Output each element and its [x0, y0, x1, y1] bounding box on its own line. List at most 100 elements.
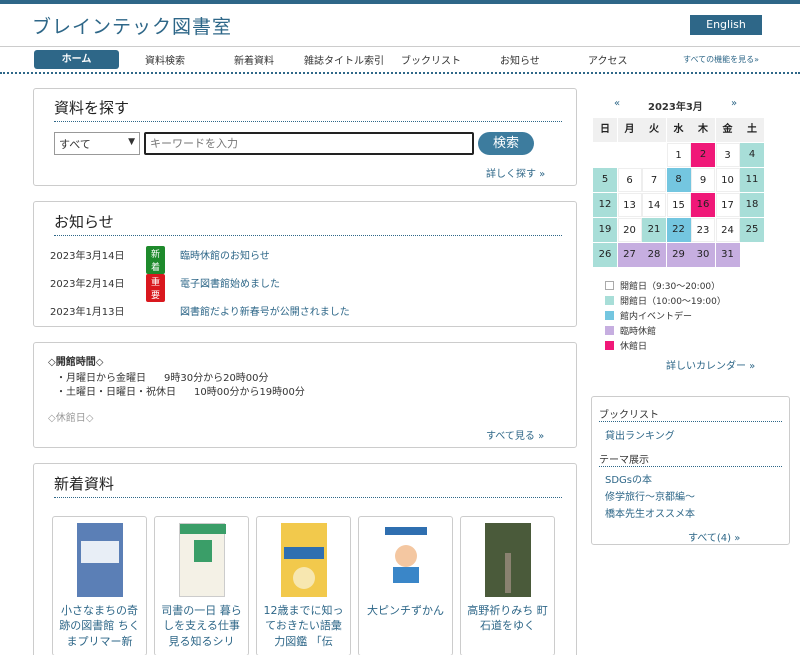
calendar-day[interactable]: 30	[691, 243, 715, 267]
nav-item-news[interactable]: お知らせ	[500, 52, 540, 67]
calendar-day[interactable]: 6	[617, 168, 642, 192]
new-items-title: 新着資料	[54, 475, 115, 493]
legend-swatch	[605, 326, 614, 335]
booklist-item[interactable]: 貸出ランキング	[605, 427, 675, 442]
advanced-search-link[interactable]: 詳しく探す »	[486, 165, 545, 180]
calendar-day[interactable]: 16	[691, 193, 715, 217]
calendar-weekday: 水	[666, 118, 691, 142]
calendar-day[interactable]: 13	[617, 193, 642, 217]
top-accent-bar	[0, 0, 800, 4]
book-title-link[interactable]: 小さなまちの奇跡の図書館 ちくまプリマー新	[57, 603, 142, 649]
theme-item[interactable]: 橋本先生オススメ本	[605, 505, 695, 520]
news-panel-title: お知らせ	[54, 213, 114, 231]
search-panel: 資料を探す すべて ▼ 検索 詳しく探す »	[33, 88, 577, 186]
site-title[interactable]: ブレインテック図書室	[32, 12, 232, 39]
book-card[interactable]: 司書の一日 暮らしを支える仕事見る知るシリ	[154, 516, 249, 655]
nav-item-access[interactable]: アクセス	[588, 52, 628, 67]
calendar-day[interactable]: 29	[666, 243, 691, 267]
calendar-day[interactable]: 22	[666, 218, 691, 242]
calendar-next-button[interactable]: »	[731, 98, 737, 109]
hours-time: 9時30分から20時00分	[164, 373, 269, 384]
calendar-day[interactable]: 11	[740, 168, 764, 192]
calendar-month-label: 2023年3月	[648, 102, 703, 113]
calendar-day[interactable]: 2	[691, 143, 715, 167]
news-link[interactable]: 電子図書館始めました	[180, 275, 280, 290]
search-category-select[interactable]: すべて ▼	[54, 132, 140, 155]
book-cover-image[interactable]	[179, 523, 226, 597]
new-items-panel: 新着資料 小さなまちの奇跡の図書館 ちくまプリマー新 司書の一日 暮らしを支える…	[33, 463, 577, 655]
nav-item-search[interactable]: 資料検索	[145, 52, 185, 67]
search-category-value: すべて	[59, 138, 91, 151]
search-panel-title: 資料を探す	[54, 99, 130, 117]
calendar-weekday: 金	[715, 118, 740, 142]
calendar-day[interactable]: 25	[740, 218, 764, 242]
calendar-day[interactable]: 24	[715, 218, 740, 242]
nav-item-new-items[interactable]: 新着資料	[234, 52, 274, 67]
hours-line: ・土曜日・日曜日・祝休日 10時00分から19時00分	[56, 383, 305, 398]
calendar-day[interactable]: 23	[691, 218, 715, 242]
panel-divider	[54, 121, 562, 122]
booklist-heading: ブックリスト	[599, 410, 659, 421]
calendar-day[interactable]: 27	[617, 243, 642, 267]
book-card[interactable]: 小さなまちの奇跡の図書館 ちくまプリマー新	[52, 516, 147, 655]
sidebar-divider	[599, 421, 782, 422]
hours-see-all-link[interactable]: すべて見る »	[486, 427, 544, 442]
calendar-day[interactable]: 31	[715, 243, 740, 267]
search-input[interactable]	[144, 132, 474, 155]
book-title-link[interactable]: 司書の一日 暮らしを支える仕事見る知るシリ	[159, 603, 244, 649]
calendar-day[interactable]: 3	[715, 143, 740, 167]
book-title-link[interactable]: 12歳までに知っておきたい語彙力図鑑 「伝	[261, 603, 346, 649]
nav-item-booklist[interactable]: ブックリスト	[401, 52, 461, 67]
calendar-day[interactable]: 9	[691, 168, 715, 192]
calendar-day[interactable]: 8	[666, 168, 691, 192]
book-card[interactable]: 12歳までに知っておきたい語彙力図鑑 「伝	[256, 516, 351, 655]
calendar-day[interactable]: 4	[740, 143, 764, 167]
book-cover-image[interactable]	[77, 523, 123, 597]
legend-label: 開館日（10:00～19:00）	[620, 297, 726, 307]
calendar-day[interactable]: 5	[593, 168, 617, 192]
news-link[interactable]: 図書館だより新春号が公開されました	[180, 303, 350, 318]
hours-panel: ◇開館時間◇ ・月曜日から金曜日 9時30分から20時00分 ・土曜日・日曜日・祝…	[33, 342, 577, 448]
calendar-day[interactable]: 12	[593, 193, 617, 217]
book-card[interactable]: 大ピンチずかん	[358, 516, 453, 655]
panel-divider	[54, 235, 562, 236]
calendar-detail-link[interactable]: 詳しいカレンダー »	[666, 357, 755, 372]
theme-item[interactable]: 修学旅行～京都編～	[605, 488, 695, 503]
search-button[interactable]: 検索	[478, 132, 534, 155]
calendar-day[interactable]: 1	[666, 143, 691, 167]
hours-days: ・土曜日・日曜日・祝休日	[56, 387, 176, 398]
legend-label: 休館日	[620, 342, 648, 352]
calendar-day[interactable]: 15	[666, 193, 691, 217]
calendar-day[interactable]: 19	[593, 218, 617, 242]
calendar-day[interactable]: 20	[617, 218, 642, 242]
calendar-day[interactable]: 7	[642, 168, 666, 192]
main-nav: ホーム 資料検索 新着資料 雑誌タイトル索引 ブックリスト お知らせ アクセス …	[0, 46, 800, 74]
calendar-weekday: 木	[691, 118, 715, 142]
calendar-day[interactable]: 26	[593, 243, 617, 267]
book-cover-image[interactable]	[485, 523, 531, 597]
legend-item: 開館日（9:30～20:00）	[605, 279, 720, 292]
book-title-link[interactable]: 高野祈りみち 町石道をゆく	[465, 603, 550, 634]
nav-item-home[interactable]: ホーム	[34, 50, 119, 69]
book-cover-image[interactable]	[281, 523, 327, 597]
calendar-day[interactable]: 10	[715, 168, 740, 192]
hours-title: ◇開館時間◇	[48, 357, 104, 368]
sidebar-all-link[interactable]: すべて(4) »	[688, 529, 740, 544]
news-panel: お知らせ 2023年3月14日 新着 臨時休館のお知らせ 2023年2月14日 …	[33, 201, 577, 327]
nav-item-magazine-index[interactable]: 雑誌タイトル索引	[304, 52, 384, 67]
calendar-day[interactable]: 18	[740, 193, 764, 217]
nav-all-features-link[interactable]: すべての機能を見る»	[683, 54, 759, 65]
news-link[interactable]: 臨時休館のお知らせ	[180, 247, 270, 262]
calendar-day[interactable]: 14	[642, 193, 666, 217]
calendar-weekday: 火	[642, 118, 666, 142]
book-card[interactable]: 高野祈りみち 町石道をゆく	[460, 516, 555, 655]
theme-item[interactable]: SDGsの本	[605, 471, 652, 486]
calendar-day[interactable]: 28	[642, 243, 666, 267]
calendar-day[interactable]: 21	[642, 218, 666, 242]
book-title-link[interactable]: 大ピンチずかん	[363, 603, 448, 618]
news-badge-new: 新着	[146, 246, 166, 274]
calendar-day[interactable]: 17	[715, 193, 740, 217]
book-cover-image[interactable]	[383, 523, 429, 597]
calendar-prev-button[interactable]: «	[614, 98, 620, 109]
english-button[interactable]: English	[690, 15, 762, 35]
